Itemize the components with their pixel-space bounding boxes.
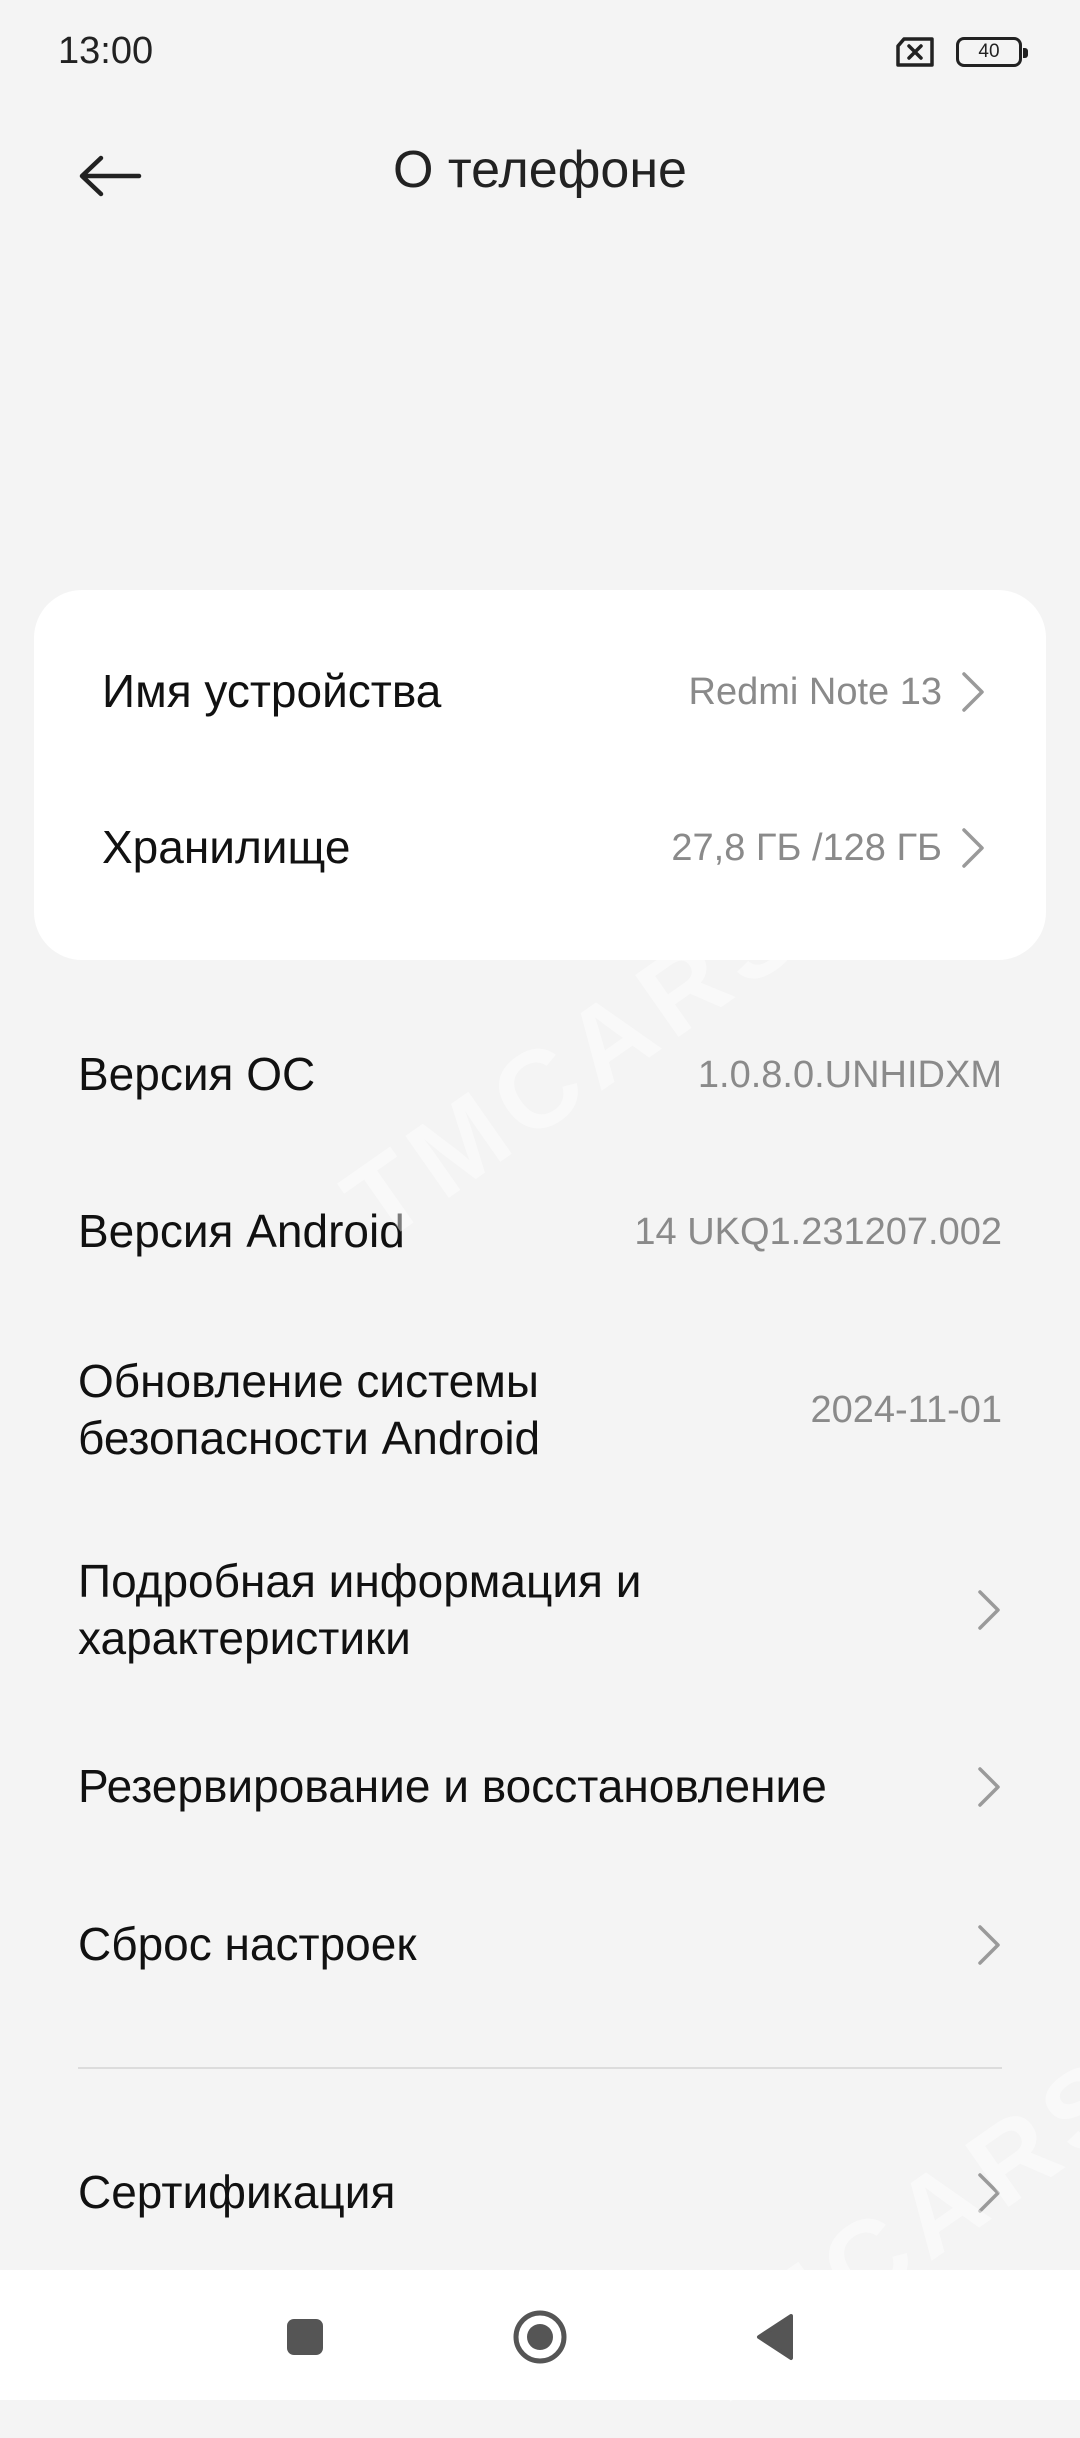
status-bar: 13:00 40: [0, 0, 1080, 110]
chevron-right-icon: [962, 828, 984, 868]
storage-value: 27,8 ГБ /128 ГБ: [671, 826, 942, 869]
chevron-right-icon: [978, 1590, 1000, 1630]
android-version-label: Версия Android: [78, 1205, 405, 1258]
triangle-back-icon: [757, 2314, 793, 2360]
detailed-info-label: Подробная информация и характеристики: [78, 1553, 976, 1668]
chevron-right-icon: [978, 2173, 1000, 2213]
security-update-value: 2024-11-01: [810, 1388, 1002, 1431]
os-version-row[interactable]: Версия ОС 1.0.8.0.UNHIDXM: [78, 1000, 1002, 1150]
square-icon: [287, 2319, 323, 2355]
backup-restore-label: Резервирование и восстановление: [78, 1760, 827, 1813]
status-icons: 40: [894, 36, 1028, 68]
home-circle-icon: [513, 2310, 567, 2364]
detailed-info-row[interactable]: Подробная информация и характеристики: [78, 1530, 1002, 1690]
battery-level: 40: [978, 41, 1000, 62]
page-title: О телефоне: [393, 141, 687, 199]
security-update-label-line1: Обновление системы: [78, 1354, 539, 1407]
storage-row[interactable]: Хранилище 27,8 ГБ /128 ГБ: [102, 770, 986, 926]
device-info-card: Имя устройства Redmi Note 13 Хранилище 2…: [34, 590, 1046, 960]
chevron-right-icon: [978, 1925, 1000, 1965]
battery-icon: 40: [956, 37, 1028, 67]
recents-button[interactable]: [270, 2302, 340, 2372]
security-update-label: Обновление системы безопасности Android: [78, 1353, 810, 1468]
device-name-row[interactable]: Имя устройства Redmi Note 13: [102, 614, 986, 770]
header: О телефоне: [0, 110, 1080, 240]
status-time: 13:00: [58, 30, 154, 72]
chevron-right-icon: [962, 672, 984, 712]
detailed-info-label-line2: характеристики: [78, 1612, 411, 1664]
section-divider: [78, 2067, 1002, 2069]
no-sim-icon: [896, 37, 934, 67]
os-version-value: 1.0.8.0.UNHIDXM: [697, 1053, 1002, 1096]
factory-reset-label: Сброс настроек: [78, 1918, 417, 1971]
os-version-label: Версия ОС: [78, 1048, 316, 1101]
device-name-value: Redmi Note 13: [688, 670, 942, 713]
security-update-label-line2: безопасности Android: [78, 1412, 541, 1464]
security-update-row[interactable]: Обновление системы безопасности Android …: [78, 1330, 1002, 1490]
back-nav-button[interactable]: [740, 2302, 810, 2372]
chevron-right-icon: [978, 1767, 1000, 1807]
backup-restore-row[interactable]: Резервирование и восстановление: [78, 1712, 1002, 1862]
storage-label: Хранилище: [102, 821, 351, 874]
certification-label: Сертификация: [78, 2166, 396, 2219]
device-name-label: Имя устройства: [102, 665, 442, 718]
factory-reset-row[interactable]: Сброс настроек: [78, 1870, 1002, 2020]
home-button[interactable]: [505, 2302, 575, 2372]
system-nav-bar: [0, 2270, 1080, 2400]
detailed-info-label-line1: Подробная информация и: [78, 1554, 642, 1607]
certification-row[interactable]: Сертификация: [78, 2118, 1002, 2268]
android-version-row[interactable]: Версия Android 14 UKQ1.231207.002: [78, 1157, 1002, 1307]
android-version-value: 14 UKQ1.231207.002: [634, 1210, 1002, 1253]
